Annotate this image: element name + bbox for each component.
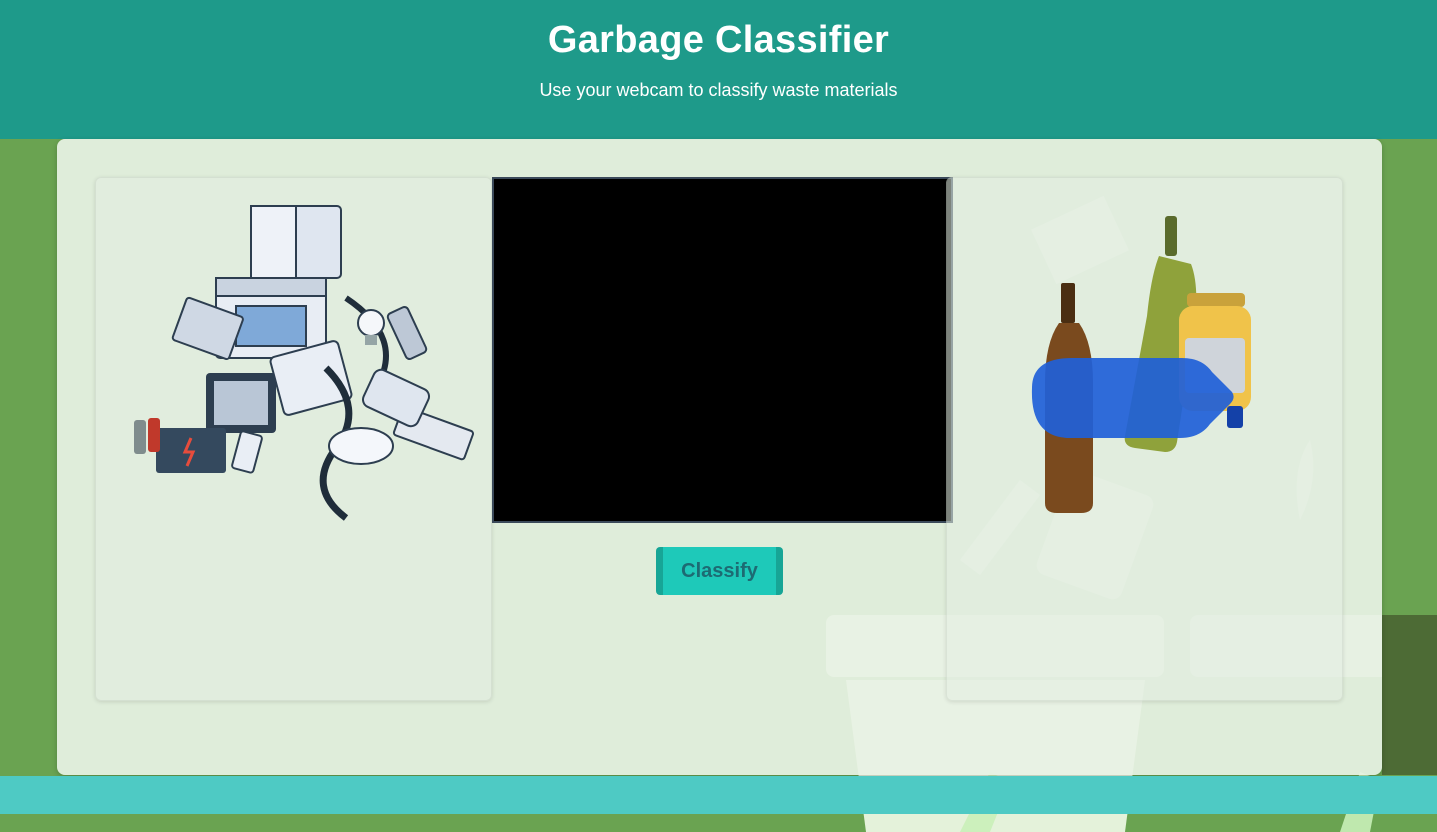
e-waste-illustration [134, 205, 474, 521]
page-title: Garbage Classifier [547, 19, 890, 61]
webcam-feed [492, 177, 953, 523]
app-header: Garbage Classifier Use your webcam to cl… [0, 0, 1437, 139]
page-subtitle: Use your webcam to classify waste materi… [539, 80, 898, 100]
glass-panel [946, 177, 1343, 701]
classify-button[interactable]: Classify [656, 547, 783, 595]
main-card: Classify [57, 139, 1382, 775]
e-waste-panel [95, 177, 492, 701]
page-footer [0, 776, 1437, 814]
glass-bottles-illustration [1031, 216, 1251, 513]
